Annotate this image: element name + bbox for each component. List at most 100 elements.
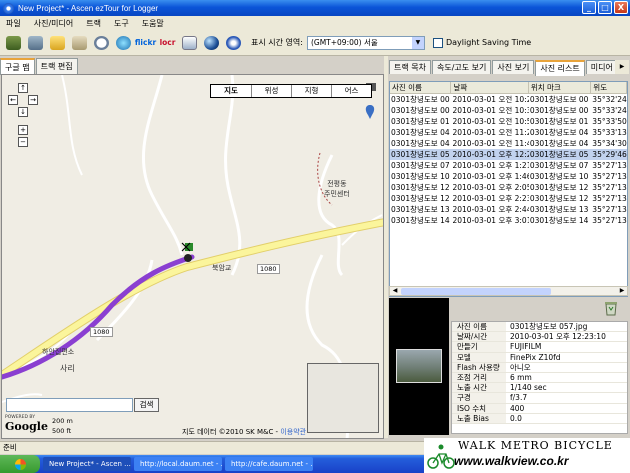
scroll-thumb[interactable]: [401, 288, 551, 295]
cell-photo-name: 0301창녕도보 14: [391, 216, 450, 225]
column-photo-name[interactable]: 사진 이름: [390, 82, 452, 93]
scroll-right-icon[interactable]: ▶: [617, 287, 627, 295]
table-row[interactable]: 0301창녕도보 00 2010-03-01 오전 10:33 0301창녕도보 0…: [390, 105, 627, 116]
timezone-select[interactable]: (GMT+09:00) 서울 ▼: [306, 35, 425, 50]
open-folder-button[interactable]: [47, 33, 68, 53]
locr-button[interactable]: locr: [157, 33, 178, 53]
property-row: 노출 Bias 0.0: [452, 413, 627, 424]
map-search-input[interactable]: [6, 398, 133, 412]
cell-date: 2010-03-01 오후 1:46: [452, 172, 529, 181]
map-type-terrain[interactable]: 지형: [291, 85, 331, 97]
taskbar-item-local-daum[interactable]: http://local.daum.net - ...: [134, 457, 222, 471]
map-type-selector: 지도 위성 지형 어스: [210, 84, 372, 98]
report-button[interactable]: [179, 33, 200, 53]
table-row[interactable]: 0301창녕도보 10 2010-03-01 오후 1:46 0301창녕도보 10…: [390, 171, 627, 182]
title-bar: New Project* - Ascen ezTour for Logger _…: [0, 0, 630, 16]
cell-date: 2010-03-01 오후 3:01: [452, 216, 529, 225]
flickr-button[interactable]: flickr: [135, 33, 156, 53]
map-type-satellite[interactable]: 위성: [251, 85, 291, 97]
taskbar-item-cafe-daum[interactable]: http://cafe.daum.net - ...: [225, 457, 313, 471]
terms-link[interactable]: 이용약관: [280, 428, 306, 436]
match-button[interactable]: [113, 33, 134, 53]
start-button[interactable]: [0, 455, 40, 473]
menu-bar: 파일 사진/미디어 트랙 도구 도움말: [0, 16, 630, 30]
menu-file[interactable]: 파일: [6, 18, 21, 29]
status-text: 준비: [3, 443, 17, 452]
tab-photo-view[interactable]: 사진 보기: [492, 60, 535, 74]
zoom-in-button[interactable]: +: [18, 125, 28, 135]
close-button[interactable]: X: [614, 1, 628, 14]
table-row[interactable]: 0301창녕도보 01 2010-03-01 오전 10:54 0301창녕도보 0…: [390, 116, 627, 127]
property-value: FUJIFILM: [510, 342, 542, 352]
cell-photo-name: 0301창녕도보 04: [391, 128, 450, 137]
windows-logo-icon: [14, 458, 26, 470]
photo-button[interactable]: [69, 33, 90, 53]
property-row: 모델 FinePix Z10fd: [452, 352, 627, 363]
pan-up-button[interactable]: ↑: [18, 83, 28, 93]
cell-date: 2010-03-01 오후 1:21: [452, 161, 529, 170]
tab-track-list[interactable]: 트랙 목차: [389, 60, 431, 74]
cell-latitude: 35°32'24: [592, 95, 627, 104]
scroll-left-icon[interactable]: ◀: [390, 287, 400, 295]
photo-list-grid: 사진 이름 날짜 위치 마크 위도 0301창녕도보 00 2010-03-01 …: [389, 81, 628, 297]
menu-tools[interactable]: 도구: [114, 18, 129, 29]
zoom-out-button[interactable]: −: [18, 137, 28, 147]
table-row[interactable]: 0301창녕도보 04 2010-03-01 오전 11:25 0301창녕도보 0…: [390, 127, 627, 138]
minimize-button[interactable]: _: [582, 1, 596, 14]
tab-google-map[interactable]: 구글 맵: [0, 58, 35, 75]
column-location-mark[interactable]: 위치 마크: [529, 82, 592, 93]
property-value: 아니오: [510, 362, 531, 372]
cell-location-mark: 0301창녕도보 04: [529, 128, 589, 137]
column-latitude[interactable]: 위도: [591, 82, 627, 93]
column-date[interactable]: 날짜: [451, 82, 529, 93]
menu-help[interactable]: 도움말: [142, 18, 164, 29]
property-row: 조점 거리 6 mm: [452, 372, 627, 384]
map-view[interactable]: ↑ ← → ↓ + − 지도 위성 지형 어스 전평동 주민센터 북암교 108…: [1, 74, 384, 439]
delete-photo-button[interactable]: [602, 300, 620, 316]
table-row[interactable]: 0301창녕도보 12 2010-03-01 오후 2:05 0301창녕도보 12…: [390, 182, 627, 193]
grid-body: 0301창녕도보 00 2010-03-01 오전 10:27 0301창녕도보 0…: [390, 94, 627, 226]
pan-left-button[interactable]: ←: [8, 95, 18, 105]
menu-track[interactable]: 트랙: [86, 18, 101, 29]
property-key: 노출 Bias: [452, 413, 506, 423]
table-row[interactable]: 0301창녕도보 14 2010-03-01 오후 3:01 0301창녕도보 14…: [390, 215, 627, 226]
pan-right-button[interactable]: →: [28, 95, 38, 105]
tab-speed-altitude[interactable]: 속도/고도 보기: [431, 60, 492, 74]
import-track-button[interactable]: [3, 33, 24, 53]
table-row[interactable]: 0301창녕도보 12 2010-03-01 오후 2:23 0301창녕도보 12…: [390, 193, 627, 204]
map-search-button[interactable]: 검색: [134, 398, 159, 412]
table-row[interactable]: 0301창녕도보 13 2010-03-01 오후 2:44 0301창녕도보 13…: [390, 204, 627, 215]
overview-map[interactable]: [307, 363, 379, 433]
taskbar-item-label: New Project* - Ascen ...: [49, 460, 131, 468]
menu-photo-media[interactable]: 사진/미디어: [34, 18, 74, 29]
photo-thumbnail[interactable]: [396, 349, 442, 383]
dst-checkbox[interactable]: [432, 37, 443, 48]
maximize-button[interactable]: □: [598, 1, 612, 14]
property-key: 모델: [452, 352, 506, 362]
tab-track-edit[interactable]: 트랙 편집: [35, 58, 78, 74]
cell-date: 2010-03-01 오후 2:44: [452, 205, 529, 214]
table-row[interactable]: 0301창녕도보 07 2010-03-01 오후 1:21 0301창녕도보 07…: [390, 160, 627, 171]
grid-horizontal-scrollbar[interactable]: ◀ ▶: [389, 286, 628, 296]
timezone-label: 표시 시간 영역:: [251, 38, 303, 47]
time-sync-button[interactable]: [91, 33, 112, 53]
table-row[interactable]: 0301창녕도보 05 2010-03-01 오후 12:23 0301창녕도보 0…: [390, 149, 627, 160]
map-type-earth[interactable]: 어스: [331, 85, 371, 97]
map-label-place: 하안집편소: [42, 348, 75, 356]
tab-scroll-right-icon[interactable]: ▶: [615, 60, 629, 74]
export-button[interactable]: [25, 33, 46, 53]
pan-down-button[interactable]: ↓: [18, 107, 28, 117]
map-type-map[interactable]: 지도: [211, 85, 251, 97]
tab-media[interactable]: 미디어: [585, 60, 618, 74]
google-earth-button[interactable]: [201, 33, 222, 53]
grid-header: 사진 이름 날짜 위치 마크 위도: [390, 82, 627, 94]
taskbar-item-eztour[interactable]: New Project* - Ascen ...: [43, 457, 131, 471]
cell-location-mark: 0301창녕도보 07: [529, 161, 589, 170]
web-button[interactable]: [223, 33, 244, 53]
table-row[interactable]: 0301창녕도보 00 2010-03-01 오전 10:27 0301창녕도보 0…: [390, 94, 627, 105]
panel-splitter[interactable]: [384, 56, 388, 438]
tab-photo-list[interactable]: 사진 리스트: [535, 60, 585, 76]
table-row[interactable]: 0301창녕도보 04 2010-03-01 오전 11:42 0301창녕도보 0…: [390, 138, 627, 149]
cell-location-mark: 0301창녕도보 01: [529, 117, 589, 126]
photo-icon: [72, 35, 87, 50]
